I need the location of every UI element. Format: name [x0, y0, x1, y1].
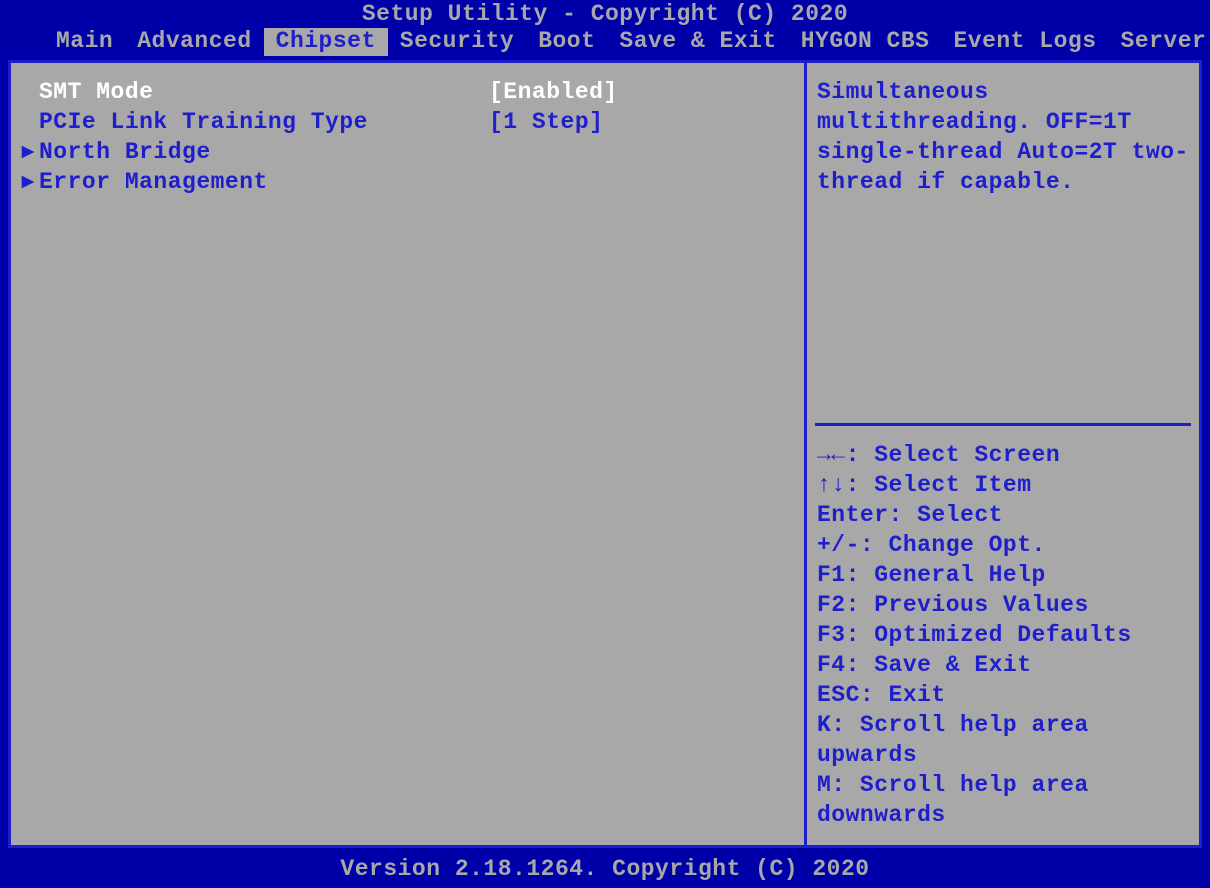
- triangle-right-icon: ▸: [17, 137, 39, 167]
- menu-bar: Main Advanced Chipset Security Boot Save…: [0, 28, 1210, 58]
- tab-main[interactable]: Main: [44, 28, 125, 56]
- key-help-line: F2: Previous Values: [817, 590, 1189, 620]
- row-marker: [17, 77, 39, 107]
- tab-hygon-cbs[interactable]: HYGON CBS: [789, 28, 942, 56]
- option-pcie-link-training-type[interactable]: PCIe Link Training Type [1 Step]: [17, 107, 794, 137]
- tab-advanced[interactable]: Advanced: [125, 28, 263, 56]
- submenu-north-bridge[interactable]: ▸ North Bridge: [17, 137, 794, 167]
- option-label: PCIe Link Training Type: [39, 107, 489, 137]
- key-help-line: ↑↓: Select Item: [817, 470, 1189, 500]
- tab-event-logs[interactable]: Event Logs: [941, 28, 1108, 56]
- content-frame: SMT Mode [Enabled] PCIe Link Training Ty…: [8, 60, 1202, 848]
- triangle-right-icon: ▸: [17, 167, 39, 197]
- key-help-line: M: Scroll help area downwards: [817, 770, 1189, 830]
- key-help-line: ESC: Exit: [817, 680, 1189, 710]
- tab-chipset[interactable]: Chipset: [264, 28, 388, 56]
- key-help-line: F3: Optimized Defaults: [817, 620, 1189, 650]
- option-label: SMT Mode: [39, 77, 489, 107]
- app-title: Setup Utility - Copyright (C) 2020: [0, 0, 1210, 28]
- submenu-value: [489, 137, 794, 167]
- submenu-label: Error Management: [39, 167, 489, 197]
- row-marker: [17, 107, 39, 137]
- tab-save-exit[interactable]: Save & Exit: [607, 28, 788, 56]
- key-help: →←: Select Screen ↑↓: Select Item Enter:…: [807, 426, 1199, 840]
- submenu-error-management[interactable]: ▸ Error Management: [17, 167, 794, 197]
- key-help-line: Enter: Select: [817, 500, 1189, 530]
- tab-boot[interactable]: Boot: [526, 28, 607, 56]
- option-smt-mode[interactable]: SMT Mode [Enabled]: [17, 77, 794, 107]
- tab-security[interactable]: Security: [388, 28, 526, 56]
- help-text: Simultaneous multithreading. OFF=1T sing…: [807, 63, 1199, 423]
- tab-server-mgmt[interactable]: Server Mgmt: [1109, 28, 1210, 56]
- main-pane: SMT Mode [Enabled] PCIe Link Training Ty…: [11, 63, 804, 845]
- key-help-line: +/-: Change Opt.: [817, 530, 1189, 560]
- submenu-value: [489, 167, 794, 197]
- key-help-line: K: Scroll help area upwards: [817, 710, 1189, 770]
- side-pane: Simultaneous multithreading. OFF=1T sing…: [804, 63, 1199, 845]
- key-help-line: F4: Save & Exit: [817, 650, 1189, 680]
- submenu-label: North Bridge: [39, 137, 489, 167]
- key-help-line: →←: Select Screen: [817, 440, 1189, 470]
- option-value: [Enabled]: [489, 77, 794, 107]
- option-value: [1 Step]: [489, 107, 794, 137]
- key-help-line: F1: General Help: [817, 560, 1189, 590]
- footer-text: Version 2.18.1264. Copyright (C) 2020: [0, 854, 1210, 888]
